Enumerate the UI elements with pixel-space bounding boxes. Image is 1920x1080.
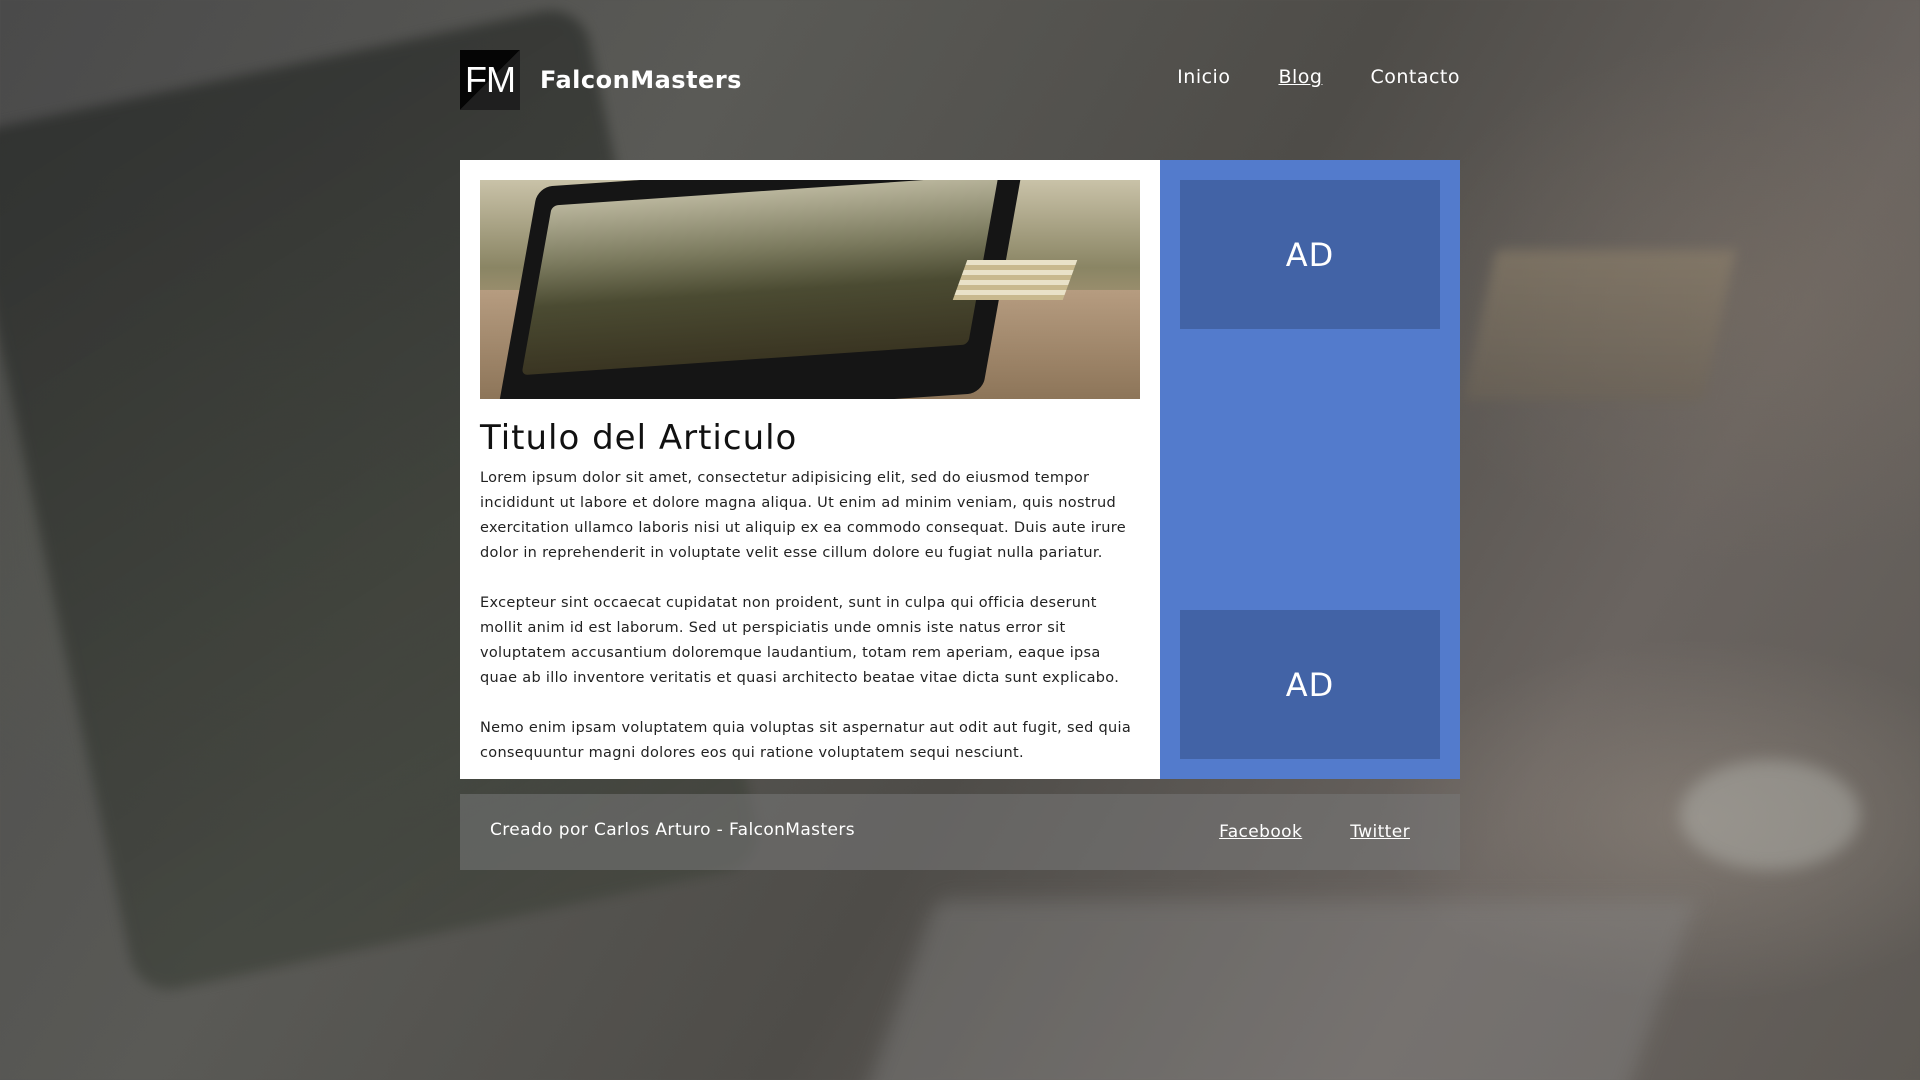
sidebar: AD AD — [1160, 160, 1460, 779]
background-keyboard — [863, 900, 1697, 1080]
article-title: Titulo del Articulo — [480, 418, 798, 458]
article-paragraph-2: Excepteur sint occaecat cupidatat non pr… — [480, 595, 1120, 686]
site-header: FM FalconMasters Inicio Blog Contacto — [460, 50, 1460, 110]
nav-link-blog[interactable]: Blog — [1278, 66, 1322, 88]
article-hero-image — [480, 180, 1140, 399]
social-links: Facebook Twitter — [1219, 822, 1410, 842]
hero-books — [952, 260, 1078, 300]
nav-link-contacto[interactable]: Contacto — [1370, 66, 1460, 88]
background-mouse — [1680, 760, 1860, 870]
fm-logo-icon[interactable]: FM — [460, 50, 520, 110]
ad-slot-top[interactable]: AD — [1180, 180, 1440, 329]
facebook-link[interactable]: Facebook — [1219, 822, 1302, 842]
background-books — [1464, 250, 1736, 400]
nav-link-inicio[interactable]: Inicio — [1177, 66, 1230, 88]
ad-slot-bottom[interactable]: AD — [1180, 610, 1440, 759]
footer-credit: Creado por Carlos Arturo - FalconMasters — [490, 820, 856, 840]
twitter-link[interactable]: Twitter — [1350, 822, 1410, 842]
article-paragraph-1: Lorem ipsum dolor sit amet, consectetur … — [480, 470, 1126, 561]
hero-device-screen — [521, 180, 999, 376]
article-card: Titulo del Articulo Lorem ipsum dolor si… — [460, 160, 1160, 779]
brand-name[interactable]: FalconMasters — [540, 66, 742, 94]
main-nav: Inicio Blog Contacto — [1177, 66, 1460, 88]
site-footer: Creado por Carlos Arturo - FalconMasters… — [460, 794, 1460, 870]
article-paragraph-3: Nemo enim ipsam voluptatem quia voluptas… — [480, 720, 1131, 761]
